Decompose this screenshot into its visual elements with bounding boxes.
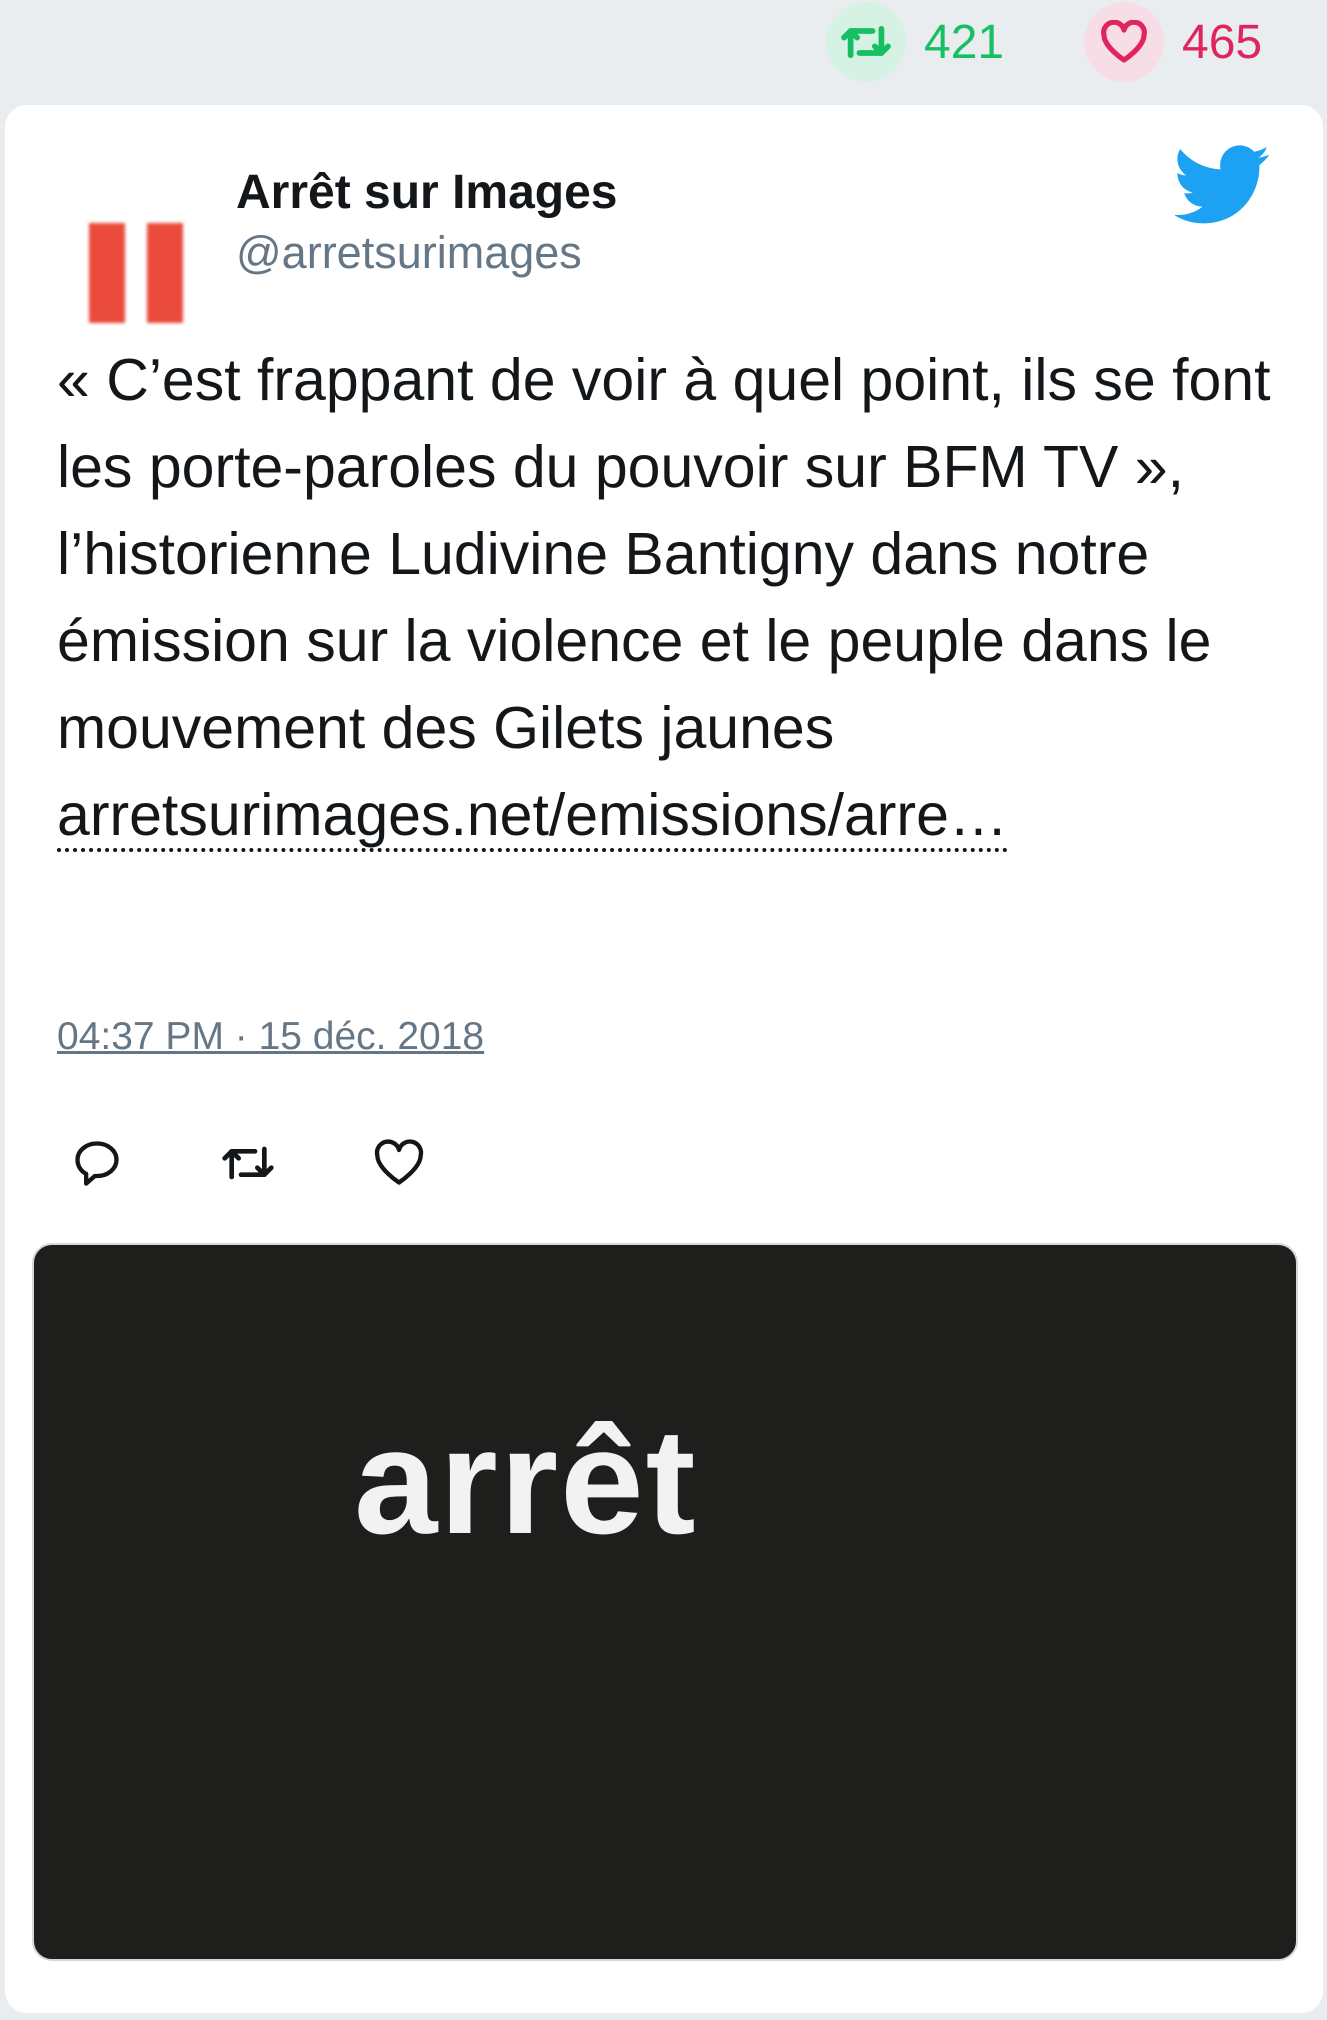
retweet-stat[interactable]: 421 [826, 0, 1004, 84]
retweet-icon [826, 2, 906, 82]
reply-button[interactable] [69, 1135, 125, 1191]
tweet-body: « C’est frappant de voir à quel point, i… [57, 347, 1271, 761]
tweet-timestamp[interactable]: 04:37 PM · 15 déc. 2018 [57, 1015, 484, 1059]
tweet-text: « C’est frappant de voir à quel point, i… [57, 337, 1297, 859]
retweet-count: 421 [924, 15, 1005, 69]
tweet-link[interactable]: arretsurimages.net/emissions/arre… [57, 782, 1008, 852]
heart-icon [1084, 2, 1164, 82]
tweet-card: Arrêt sur Images @arretsurimages « C’est… [5, 105, 1323, 2013]
author-handle[interactable]: @arretsurimages [236, 227, 582, 279]
reply-icon [75, 1141, 119, 1186]
stats-bar: 421 465 [0, 0, 1327, 100]
author-name[interactable]: Arrêt sur Images [236, 165, 618, 220]
like-count: 465 [1182, 15, 1263, 69]
tweet-actions [69, 1135, 427, 1191]
media-logo-text: arrêt [354, 1397, 698, 1565]
avatar-logo-bar-right [147, 223, 183, 323]
twitter-bird-icon[interactable] [1173, 145, 1271, 225]
avatar-logo-bar-left [89, 223, 125, 323]
link-preview-image[interactable]: arrêt [32, 1243, 1298, 1961]
avatar[interactable] [61, 161, 201, 323]
like-button[interactable] [371, 1135, 427, 1191]
retweet-icon [222, 1146, 274, 1180]
like-stat[interactable]: 465 [1084, 0, 1262, 84]
heart-icon [374, 1139, 424, 1185]
retweet-button[interactable] [220, 1135, 276, 1191]
